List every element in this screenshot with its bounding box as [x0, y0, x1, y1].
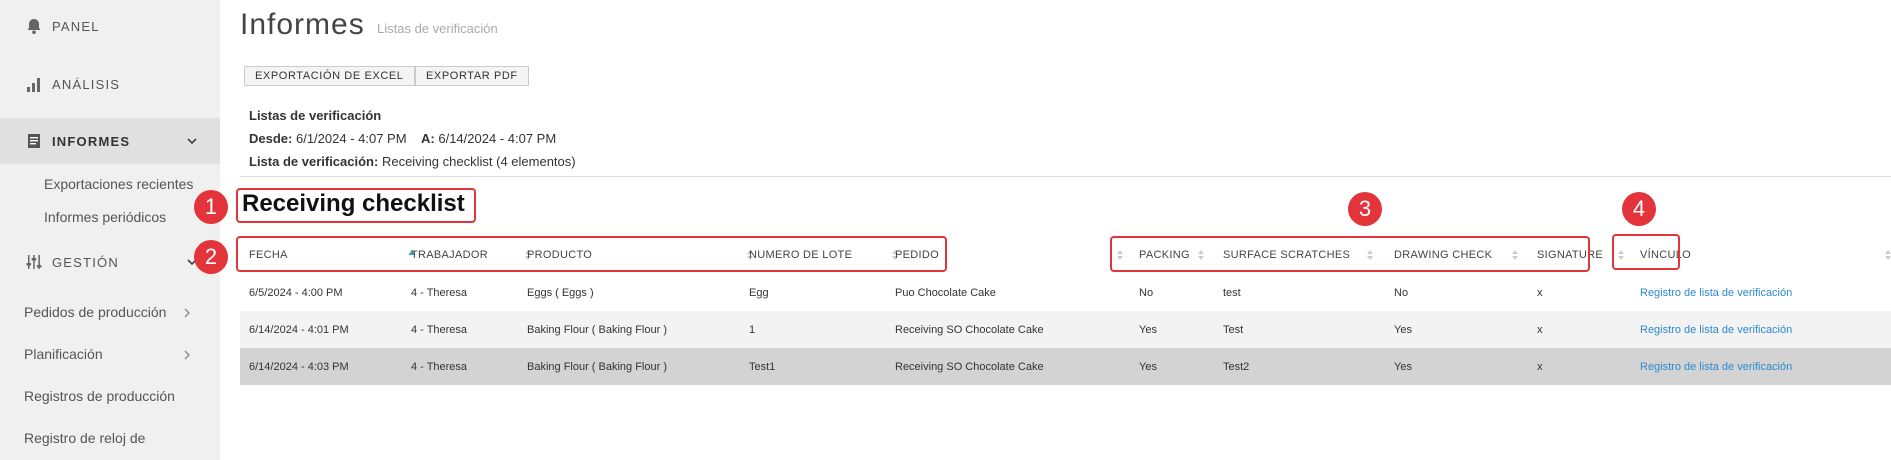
- bell-icon: [24, 16, 44, 36]
- cell-trabajador: 4 - Theresa: [411, 286, 468, 299]
- document-icon: [24, 131, 44, 151]
- page-subtitle: Listas de verificación: [377, 21, 498, 36]
- cell-signature: x: [1537, 360, 1543, 373]
- sidebar-item-pedidos-de-produccion[interactable]: Pedidos de producción: [24, 304, 166, 320]
- column-header-packing[interactable]: PACKING: [1139, 236, 1190, 274]
- cell-trabajador: 4 - Theresa: [411, 360, 468, 373]
- cell-producto: Eggs ( Eggs ): [527, 286, 594, 299]
- column-header-drawing-check[interactable]: DRAWING CHECK: [1394, 236, 1492, 274]
- cell-packing: Yes: [1139, 360, 1157, 373]
- column-header-vinculo[interactable]: VÍNCULO: [1640, 236, 1691, 274]
- sort-icon[interactable]: [1366, 249, 1374, 261]
- column-header-fecha[interactable]: FECHA: [249, 236, 288, 274]
- checklist-record-link[interactable]: Registro de lista de verificación: [1640, 311, 1792, 348]
- column-header-producto[interactable]: PRODUCTO: [527, 236, 592, 274]
- sidebar-item-exportaciones-recientes[interactable]: Exportaciones recientes: [44, 176, 193, 192]
- table-row-selected[interactable]: 6/14/2024 - 4:03 PM 4 - Theresa Baking F…: [240, 348, 1891, 385]
- sliders-icon: [24, 252, 44, 272]
- report-meta-dates: Desde: 6/1/2024 - 4:07 PM A: 6/14/2024 -…: [249, 131, 557, 146]
- cell-drawing-check: No: [1394, 286, 1409, 299]
- annotation-badge-2: 2: [194, 240, 228, 274]
- cell-producto: Baking Flour ( Baking Flour ): [527, 323, 667, 336]
- nav-panel[interactable]: PANEL: [0, 4, 220, 48]
- table-row[interactable]: 6/5/2024 - 4:00 PM 4 - Theresa Eggs ( Eg…: [240, 274, 1891, 311]
- chevron-right-icon: [184, 308, 190, 318]
- table-header: FECHA TRABAJADOR PRODUCTO NUMERO DE LOTE…: [240, 236, 1891, 274]
- cell-pedido: Puo Chocolate Cake: [895, 286, 996, 299]
- cell-trabajador: 4 - Theresa: [411, 323, 468, 336]
- cell-pedido: Receiving SO Chocolate Cake: [895, 323, 1044, 336]
- sort-icon[interactable]: [1116, 249, 1124, 261]
- cell-fecha: 6/14/2024 - 4:03 PM: [249, 360, 349, 373]
- export-pdf-button[interactable]: EXPORTAR PDF: [415, 66, 529, 86]
- cell-packing: Yes: [1139, 323, 1157, 336]
- checklist-record-link[interactable]: Registro de lista de verificación: [1640, 274, 1792, 311]
- export-excel-button[interactable]: EXPORTACIÓN DE EXCEL: [244, 66, 415, 86]
- chevron-down-icon[interactable]: [186, 135, 198, 147]
- annotation-badge-3: 3: [1348, 192, 1382, 226]
- cell-fecha: 6/5/2024 - 4:00 PM: [249, 286, 343, 299]
- cell-surface-scratches: Test2: [1223, 360, 1250, 373]
- report-meta-heading: Listas de verificación: [249, 108, 382, 123]
- sort-icon[interactable]: [1884, 249, 1891, 261]
- sort-icon[interactable]: [1511, 249, 1519, 261]
- annotation-badge-1: 1: [194, 190, 228, 224]
- cell-surface-scratches: Test: [1223, 323, 1244, 336]
- sort-icon[interactable]: [1197, 249, 1205, 261]
- cell-drawing-check: Yes: [1394, 323, 1412, 336]
- cell-drawing-check: Yes: [1394, 360, 1412, 373]
- section-title: Receiving checklist: [242, 190, 465, 217]
- page-title: Informes: [240, 8, 365, 41]
- cell-signature: x: [1537, 286, 1543, 299]
- table-row[interactable]: 6/14/2024 - 4:01 PM 4 - Theresa Baking F…: [240, 311, 1891, 348]
- sidebar: PANEL ANÁLISIS INFORMES Exportaciones re…: [0, 0, 220, 460]
- main-content: Informes Listas de verificación EXPORTAC…: [220, 0, 1891, 460]
- checklist-record-link[interactable]: Registro de lista de verificación: [1640, 348, 1792, 385]
- sort-icon[interactable]: [1617, 249, 1625, 261]
- cell-signature: x: [1537, 323, 1543, 336]
- cell-producto: Baking Flour ( Baking Flour ): [527, 360, 667, 373]
- nav-informes-label: INFORMES: [52, 133, 131, 149]
- bar-chart-icon: [24, 74, 44, 94]
- sidebar-item-registros-de-produccion[interactable]: Registros de producción: [24, 388, 175, 404]
- column-header-trabajador[interactable]: TRABAJADOR: [411, 236, 488, 274]
- nav-gestion-label: GESTIÓN: [52, 254, 119, 270]
- cell-numero-de-lote: 1: [749, 323, 756, 336]
- annotation-badge-4: 4: [1622, 192, 1656, 226]
- sidebar-item-registro-de-reloj[interactable]: Registro de reloj de: [24, 430, 145, 446]
- cell-pedido: Receiving SO Chocolate Cake: [895, 360, 1044, 373]
- column-header-numero-de-lote[interactable]: NUMERO DE LOTE: [749, 236, 852, 274]
- checklist-table: FECHA TRABAJADOR PRODUCTO NUMERO DE LOTE…: [240, 236, 1891, 385]
- nav-analisis-label: ANÁLISIS: [52, 76, 121, 92]
- nav-analisis[interactable]: ANÁLISIS: [0, 62, 220, 106]
- cell-fecha: 6/14/2024 - 4:01 PM: [249, 323, 349, 336]
- nav-informes[interactable]: INFORMES: [0, 118, 220, 164]
- nav-panel-label: PANEL: [52, 18, 100, 34]
- chevron-right-icon: [184, 350, 190, 360]
- divider: [240, 176, 1891, 177]
- column-header-surface-scratches[interactable]: SURFACE SCRATCHES: [1223, 236, 1350, 274]
- column-header-signature[interactable]: SIGNATURE: [1537, 236, 1603, 274]
- sidebar-item-informes-periodicos[interactable]: Informes periódicos: [44, 209, 166, 225]
- nav-gestion[interactable]: GESTIÓN: [0, 242, 220, 282]
- cell-numero-de-lote: Test1: [749, 360, 776, 373]
- sidebar-item-planificacion[interactable]: Planificación: [24, 346, 103, 362]
- report-meta-list: Lista de verificación: Receiving checkli…: [249, 154, 576, 169]
- column-header-pedido[interactable]: PEDIDO: [895, 236, 939, 274]
- cell-numero-de-lote: Egg: [749, 286, 769, 299]
- cell-surface-scratches: test: [1223, 286, 1241, 299]
- cell-packing: No: [1139, 286, 1154, 299]
